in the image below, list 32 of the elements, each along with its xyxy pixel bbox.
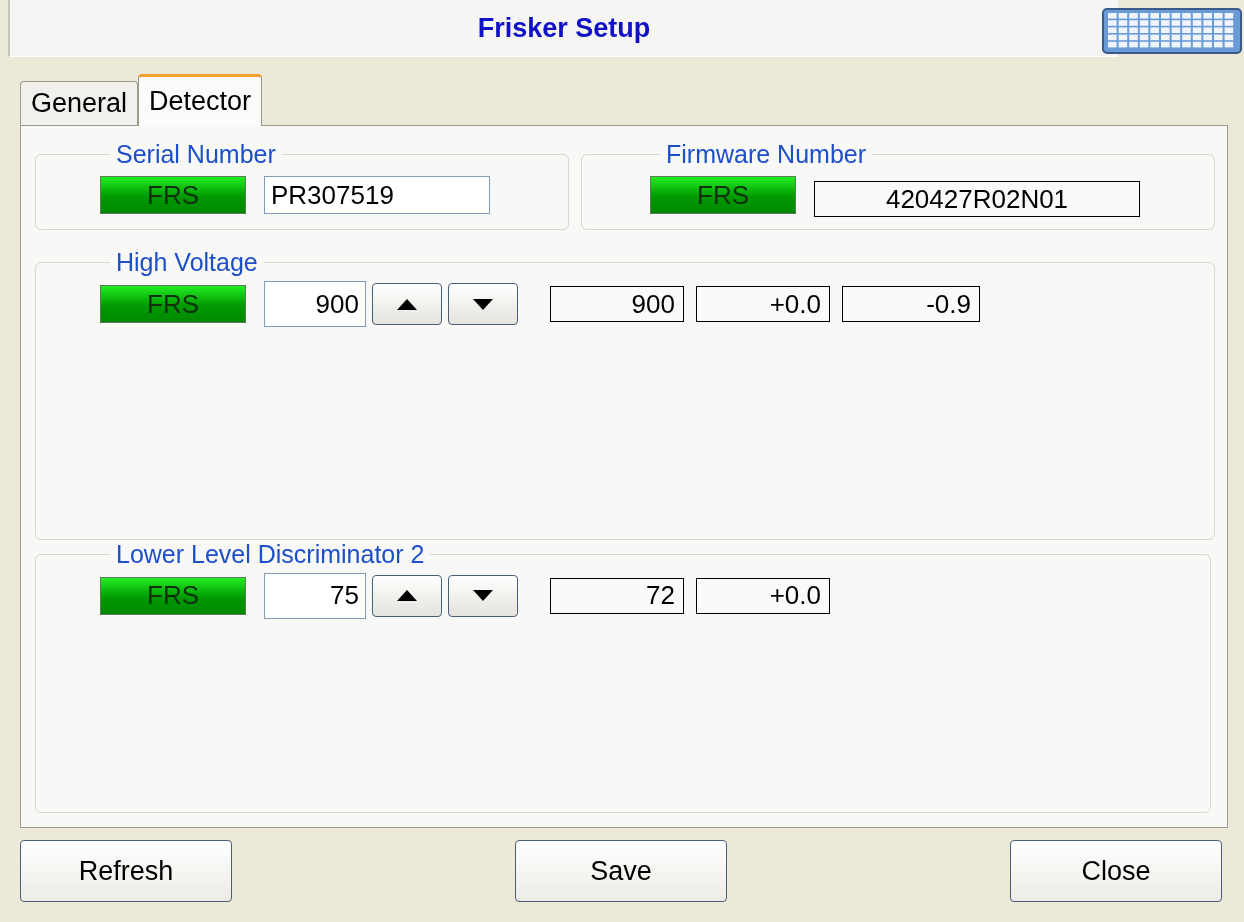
group-label: Serial Number (115, 140, 277, 169)
group-label: High Voltage (115, 248, 259, 277)
down-triangle-icon (473, 590, 493, 601)
value-display: -0.9 (842, 286, 980, 322)
tab[interactable]: General (20, 81, 139, 125)
increment-button[interactable] (372, 283, 442, 325)
group-label: Lower Level Discriminator 2 (115, 539, 426, 569)
status-indicator: FRS (100, 576, 246, 615)
status-indicator: FRS (100, 176, 246, 214)
status-indicator: FRS (100, 285, 246, 323)
save-button[interactable]: Save (515, 840, 727, 902)
number-field[interactable]: 75 (264, 572, 366, 619)
number-field[interactable]: 900 (264, 281, 366, 327)
refresh-button[interactable]: Refresh (20, 840, 232, 902)
keyboard-icon[interactable] (1102, 8, 1242, 54)
input-field[interactable]: PR307519 (264, 176, 490, 214)
value-display: +0.0 (696, 286, 830, 322)
up-triangle-icon (397, 298, 417, 310)
increment-button[interactable] (372, 574, 442, 617)
group-label: Firmware Number (665, 140, 868, 169)
up-triangle-icon (397, 590, 417, 601)
value-display: 72 (550, 577, 684, 614)
value-display: 420427R02N01 (814, 181, 1140, 217)
decrement-button[interactable] (448, 283, 518, 325)
down-triangle-icon (473, 298, 493, 310)
status-indicator: FRS (650, 176, 796, 214)
value-display: +0.0 (696, 577, 830, 614)
value-display: 900 (550, 286, 684, 322)
close-button[interactable]: Close (1010, 840, 1222, 902)
decrement-button[interactable] (448, 574, 518, 617)
window-title: Frisker Setup (8, 0, 1118, 57)
tab[interactable]: Detector (138, 74, 263, 126)
